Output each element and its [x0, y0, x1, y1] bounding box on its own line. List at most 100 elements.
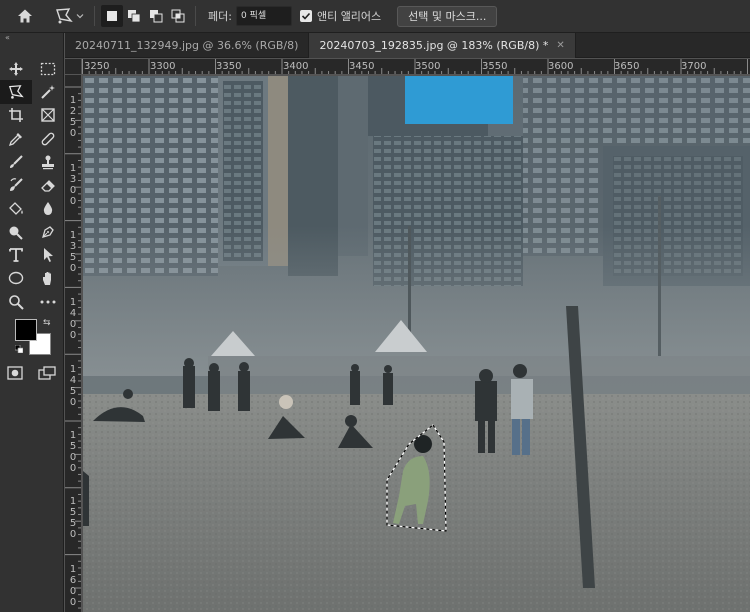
polygonal-lasso-icon [56, 8, 73, 24]
rect-marquee-tool[interactable] [32, 57, 64, 80]
brush-icon [10, 155, 23, 168]
crop-tool[interactable] [0, 104, 32, 127]
swap-colors-icon[interactable]: ⇆ [43, 318, 51, 328]
divider [195, 6, 196, 26]
hand-icon [43, 272, 51, 286]
ruler-label: 3500 [415, 61, 441, 72]
brush-tool[interactable] [0, 150, 32, 173]
add-selection-icon [128, 10, 141, 23]
blur-tool[interactable] [32, 197, 64, 220]
antialias-label: 앤티 앨리어스 [316, 10, 382, 23]
path-selection-icon [44, 248, 53, 263]
collapse-panel-icon[interactable]: « [0, 33, 63, 43]
home-button[interactable] [0, 0, 50, 33]
path-selection-tool[interactable] [32, 243, 64, 266]
add-to-selection-button[interactable] [123, 5, 145, 27]
magic-wand-icon [41, 84, 55, 99]
tool-grid [0, 57, 63, 313]
tab-label: 20240711_132949.jpg @ 36.6% (RGB/8) [75, 39, 299, 52]
ruler-label: 3700 [681, 61, 707, 72]
healing-brush-tool[interactable] [32, 127, 64, 150]
pen-icon [42, 225, 54, 238]
eyedropper-tool[interactable] [0, 127, 32, 150]
quick-mask-icon[interactable] [7, 366, 23, 380]
chevron-down-icon [76, 14, 84, 19]
paint-bucket-tool[interactable] [0, 197, 32, 220]
close-icon[interactable]: ✕ [556, 40, 564, 51]
ruler-label: 3300 [150, 61, 176, 72]
intersect-selection-icon [171, 9, 185, 23]
ruler-label: 1250 [69, 95, 77, 139]
zoom-tool[interactable] [0, 290, 32, 313]
ruler-label: 1400 [69, 297, 77, 341]
tab-label: 20240703_192835.jpg @ 183% (RGB/8) * [319, 39, 549, 52]
antialias-toggle[interactable]: 앤티 앨리어스 [299, 8, 382, 24]
pen-tool[interactable] [32, 220, 64, 243]
hand-tool[interactable] [32, 267, 64, 290]
vertical-ruler[interactable]: 1250 1300 1350 1400 1450 1500 1550 1600 [65, 75, 82, 612]
tab-document-2[interactable]: 20240703_192835.jpg @ 183% (RGB/8) * ✕ [309, 33, 576, 58]
type-icon [9, 248, 23, 262]
document-canvas[interactable] [83, 76, 750, 612]
ruler-label: 1550 [69, 496, 77, 540]
more-tools-button[interactable] [32, 290, 64, 313]
horizontal-ruler[interactable]: 3250 3300 3350 3400 3450 3500 3550 3600 … [82, 59, 750, 75]
healing-brush-icon [41, 132, 55, 145]
checkmark-icon [301, 12, 311, 20]
ruler-label: 3350 [216, 61, 242, 72]
divider [94, 6, 95, 26]
antialias-checkbox[interactable] [299, 10, 312, 22]
ruler-label: 3400 [283, 61, 309, 72]
more-icon [40, 300, 56, 304]
intersect-selection-button[interactable] [167, 5, 189, 27]
ruler-label: 1450 [69, 364, 77, 408]
ruler-label: 1350 [69, 230, 77, 274]
ruler-label: 3450 [349, 61, 375, 72]
ruler-label: 3250 [84, 61, 110, 72]
lasso-tool[interactable] [0, 80, 32, 104]
feather-input[interactable]: 0 픽셀 [235, 6, 292, 26]
eraser-icon [41, 180, 55, 192]
ruler-origin[interactable] [65, 59, 82, 75]
magic-wand-tool[interactable] [32, 80, 64, 103]
default-colors-icon[interactable] [15, 345, 23, 354]
polygonal-lasso-icon [8, 85, 24, 99]
ruler-label: 3650 [614, 61, 640, 72]
ruler-label: 3550 [482, 61, 508, 72]
subtract-selection-button[interactable] [145, 5, 167, 27]
tools-panel: « ⇆ [0, 33, 64, 612]
tab-document-1[interactable]: 20240711_132949.jpg @ 36.6% (RGB/8) [65, 33, 310, 58]
new-selection-button[interactable] [101, 5, 123, 27]
tool-preset-picker[interactable] [50, 7, 88, 25]
beach-photo [83, 76, 750, 612]
ruler-label: 1500 [69, 430, 77, 474]
foreground-color-swatch[interactable] [15, 319, 37, 342]
eyedropper-icon [8, 132, 22, 146]
move-icon [9, 61, 23, 76]
clone-stamp-tool[interactable] [32, 150, 64, 173]
home-icon [18, 9, 32, 23]
history-brush-tool[interactable] [0, 173, 32, 196]
ruler-label: 3600 [548, 61, 574, 72]
ruler-label: 1300 [69, 163, 77, 207]
zoom-icon [9, 294, 24, 310]
color-swatches: ⇆ [0, 317, 63, 362]
screen-mode-icon[interactable] [38, 366, 56, 380]
select-and-mask-button[interactable]: 선택 및 마스크... [397, 5, 498, 27]
feather-label: 페더: [208, 10, 232, 23]
subtract-selection-icon [150, 10, 163, 23]
dodge-tool[interactable] [0, 220, 32, 243]
eraser-tool[interactable] [32, 173, 64, 196]
ellipse-tool[interactable] [0, 267, 32, 290]
dodge-icon [9, 226, 23, 240]
type-tool[interactable] [0, 243, 32, 266]
frame-icon [41, 108, 55, 122]
ruler-label: 1600 [69, 564, 77, 608]
frame-tool[interactable] [32, 104, 64, 127]
move-tool[interactable] [0, 57, 32, 80]
mode-buttons [0, 366, 63, 380]
blur-icon [43, 202, 53, 216]
history-brush-icon [10, 178, 23, 192]
rect-marquee-icon [40, 62, 56, 75]
crop-icon [9, 108, 23, 123]
